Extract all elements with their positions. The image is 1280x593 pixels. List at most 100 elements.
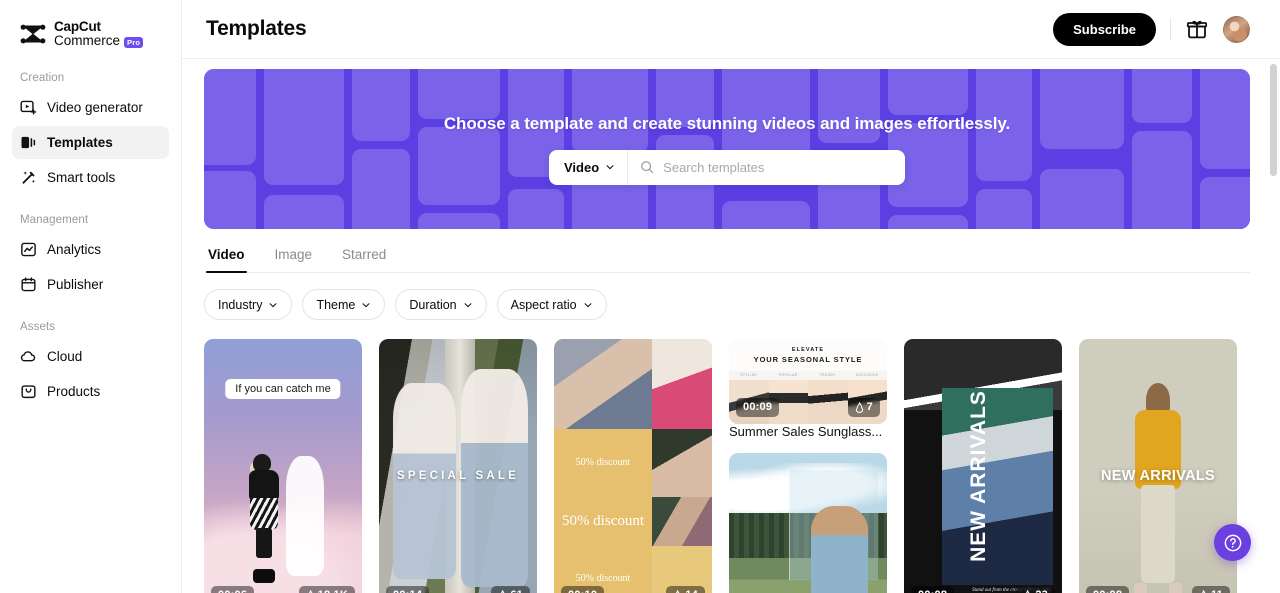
template-card-new-arrivals-torn[interactable]: NEW ARRIVALS Stand out from the crowd wi… <box>904 339 1062 593</box>
usage-badge: 23 <box>1016 585 1055 593</box>
template-card-summer[interactable]: SUMMER <box>729 452 887 593</box>
usage-count: 18.1K <box>318 589 348 593</box>
sidebar-item-label: Templates <box>47 135 113 150</box>
video-generator-icon <box>20 100 37 115</box>
filter-bar: Industry Theme Duration Aspect ratio <box>204 289 1250 320</box>
sidebar-item-cloud[interactable]: Cloud <box>12 340 169 373</box>
template-overlay-text: NEW ARRIVALS <box>1101 467 1215 484</box>
main-area: Templates Subscribe Choose a template an… <box>182 0 1280 593</box>
template-card-special-sale[interactable]: SPECIAL SALE 00:14 61 <box>379 339 537 593</box>
usage-badge: 18.1K <box>298 585 355 593</box>
brand-text: CapCut Commerce Pro <box>54 19 144 48</box>
content-type-tabs: Video Image Starred <box>204 243 1250 273</box>
template-search-bar: Video <box>549 149 905 185</box>
template-overlay-text: If you can catch me <box>225 379 341 399</box>
usage-count: 11 <box>1211 589 1223 593</box>
search-type-selector[interactable]: Video <box>549 149 629 185</box>
scrollable-content: Choose a template and create stunning vi… <box>182 59 1280 593</box>
brand-name-line2: Commerce <box>54 33 121 48</box>
chevron-down-icon <box>584 302 592 307</box>
grid-column-6: NEW ARRIVALS 00:08 11 <box>1079 339 1237 593</box>
tab-starred[interactable]: Starred <box>340 243 388 272</box>
filter-theme[interactable]: Theme <box>302 289 386 320</box>
chevron-down-icon <box>464 302 472 307</box>
sidebar-item-smart-tools[interactable]: Smart tools <box>12 161 169 194</box>
publisher-icon <box>21 277 36 292</box>
sidebar-item-templates[interactable]: Templates <box>12 126 169 159</box>
smart-tools-icon <box>22 171 36 184</box>
template-thumbnail: SPECIAL SALE 00:14 61 <box>379 339 537 593</box>
template-overlay-text: NEW ARRIVALS <box>967 389 990 562</box>
usage-badge: 14 <box>666 585 705 593</box>
sidebar-item-analytics[interactable]: Analytics <box>12 233 169 266</box>
app-root: CapCut Commerce Pro Creation Video gener… <box>0 0 1280 593</box>
duration-badge: 00:08 <box>1086 585 1130 593</box>
sunglasses-label: STYLISH <box>740 373 758 377</box>
thumbnail-art: SUMMER <box>729 452 887 593</box>
search-input[interactable] <box>663 159 893 175</box>
discount-cell-1: 50% discount <box>554 429 652 498</box>
duration-badge: 00:14 <box>386 585 430 593</box>
products-icon <box>21 385 36 399</box>
capcut-logo-icon <box>20 24 46 44</box>
sidebar-item-publisher[interactable]: Publisher <box>12 268 169 301</box>
usage-count: 61 <box>510 589 523 593</box>
thumbnail-art: 50% discount 50% discount 50% discount <box>554 339 712 593</box>
filter-label: Theme <box>316 297 356 312</box>
sidebar-item-label: Products <box>47 384 101 399</box>
sidebar-item-label: Smart tools <box>47 170 116 185</box>
sidebar-item-products[interactable]: Products <box>12 375 169 408</box>
gift-icon[interactable] <box>1185 17 1209 41</box>
discount-text: 50% discount <box>575 573 631 585</box>
banner-content: Choose a template and create stunning vi… <box>204 69 1250 229</box>
search-type-value: Video <box>564 159 600 175</box>
hero-banner: Choose a template and create stunning vi… <box>204 69 1250 229</box>
topbar: Templates Subscribe <box>182 0 1280 59</box>
template-card-new-arrivals-beige[interactable]: NEW ARRIVALS 00:08 11 <box>1079 339 1237 593</box>
analytics-icon <box>21 242 36 257</box>
thumbnail-art: NEW ARRIVALS Stand out from the crowd wi… <box>904 339 1062 593</box>
avatar[interactable] <box>1223 15 1250 43</box>
usage-count: 23 <box>1035 589 1048 593</box>
sunglasses-label: EXCLUSIVE <box>856 373 879 377</box>
sidebar-section-management-label: Management <box>20 214 89 226</box>
template-thumbnail: If you can catch me 00:06 18.1K <box>204 339 362 593</box>
brand-logo[interactable]: CapCut Commerce Pro <box>12 0 169 52</box>
template-card-catch-me[interactable]: If you can catch me 00:06 18.1K <box>204 339 362 593</box>
sidebar-item-video-generator[interactable]: Video generator <box>12 91 169 124</box>
duration-badge: 00:09 <box>736 397 780 417</box>
grid-column-5: NEW ARRIVALS Stand out from the crowd wi… <box>904 339 1062 593</box>
thumbnail-art <box>379 339 537 593</box>
usage-badge: 61 <box>491 585 530 593</box>
template-overlay-text: SPECIAL SALE <box>397 469 519 482</box>
vertical-scrollbar-track[interactable] <box>1270 59 1277 591</box>
tab-video[interactable]: Video <box>206 243 247 273</box>
pro-badge: Pro <box>124 36 144 48</box>
discount-cell-2: 50% discount <box>554 497 652 547</box>
vertical-scrollbar-thumb[interactable] <box>1270 64 1277 176</box>
sidebar-item-label: Analytics <box>47 242 102 257</box>
grid-column-4: ELEVATE YOUR SEASONAL STYLE STYLISH POPU… <box>729 339 887 593</box>
usage-count: 7 <box>866 400 873 413</box>
sunglasses-label: POPULAR <box>778 373 798 377</box>
filter-industry[interactable]: Industry <box>204 289 293 320</box>
page-title: Templates <box>206 17 307 40</box>
help-button[interactable] <box>1214 524 1251 561</box>
discount-text: 50% discount <box>575 457 631 469</box>
template-thumbnail: NEW ARRIVALS Stand out from the crowd wi… <box>904 339 1062 593</box>
chevron-down-icon <box>606 165 614 170</box>
cloud-icon <box>20 351 36 362</box>
filter-duration[interactable]: Duration <box>395 289 487 320</box>
template-card-nails-discount[interactable]: 50% discount 50% discount 50% discount <box>554 339 712 593</box>
filter-label: Industry <box>218 297 263 312</box>
template-thumbnail: NEW ARRIVALS 00:08 11 <box>1079 339 1237 593</box>
template-thumbnail: 50% discount 50% discount 50% discount <box>554 339 712 593</box>
sidebar-item-label: Publisher <box>47 277 104 292</box>
tab-image[interactable]: Image <box>273 243 315 272</box>
toolbar-divider <box>1170 18 1171 40</box>
filter-aspect-ratio[interactable]: Aspect ratio <box>496 289 607 320</box>
sidebar-item-label: Cloud <box>47 349 83 364</box>
subscribe-button[interactable]: Subscribe <box>1053 12 1156 46</box>
template-card-summer-sunglasses[interactable]: ELEVATE YOUR SEASONAL STYLE STYLISH POPU… <box>729 339 887 441</box>
sidebar-section-creation-label: Creation <box>20 72 65 84</box>
